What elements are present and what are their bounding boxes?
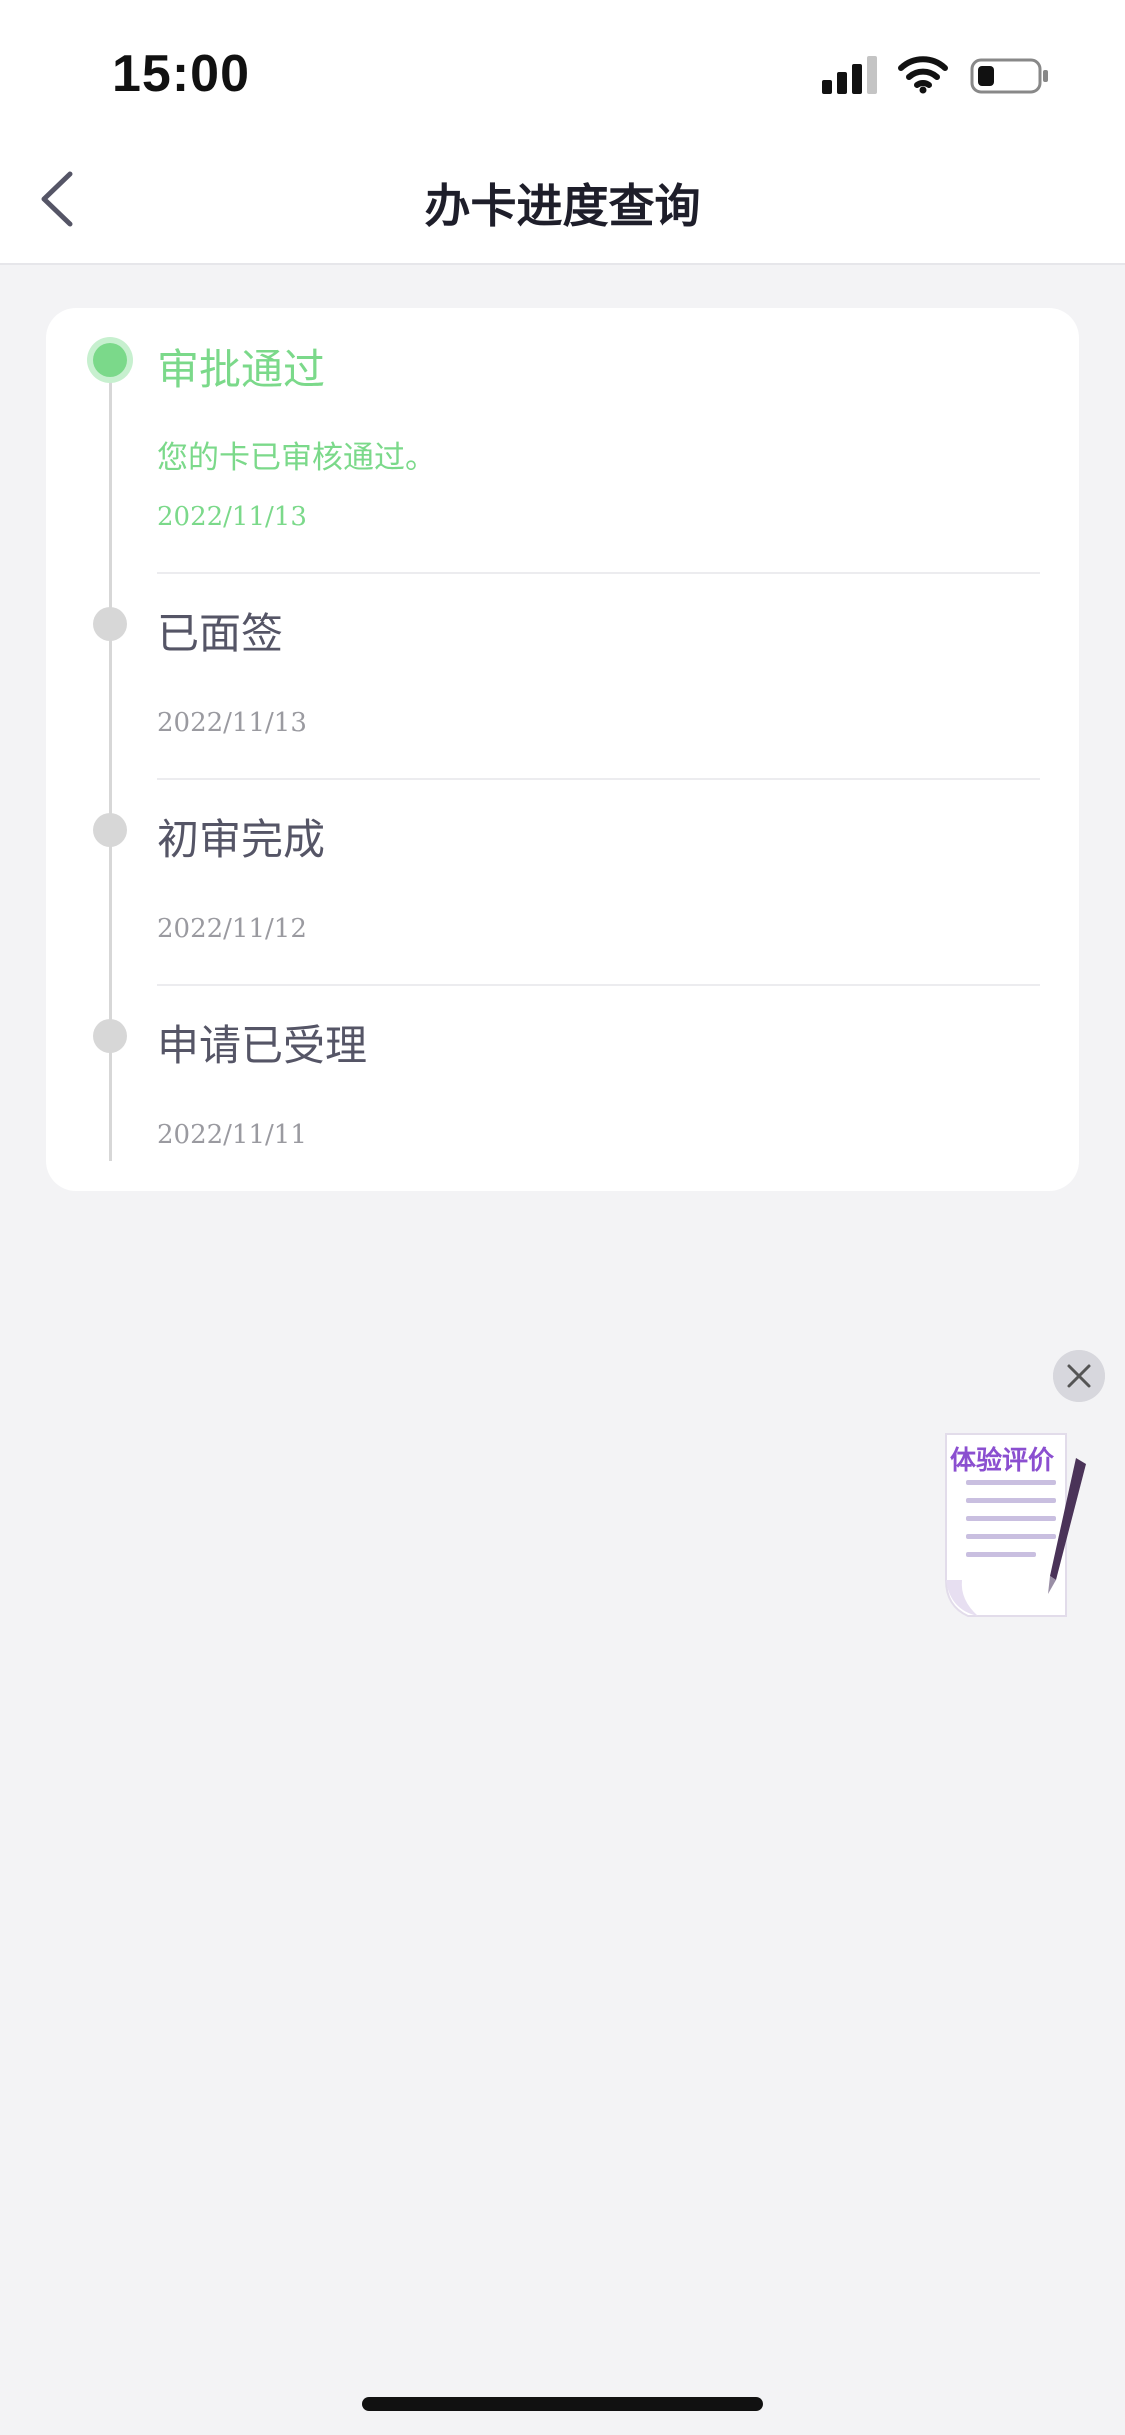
feedback-label: 体验评价 xyxy=(950,1446,1055,1476)
step-date: 2022/11/11 xyxy=(157,1120,307,1150)
feedback-widget[interactable]: 体验评价 xyxy=(938,1430,1088,1620)
step-title: 申请已受理 xyxy=(157,1021,368,1070)
step-description: 您的卡已审核通过。 xyxy=(157,440,436,476)
step-status-dot xyxy=(93,1019,127,1053)
home-indicator[interactable] xyxy=(362,2397,763,2411)
step-date: 2022/11/13 xyxy=(157,708,307,738)
progress-card: 审批通过 您的卡已审核通过。 2022/11/13 已面签 2022/11/13… xyxy=(46,308,1079,1191)
step-title: 已面签 xyxy=(157,609,284,658)
top-bar: 15:00 办卡进度查询 xyxy=(0,0,1125,265)
step-date: 2022/11/12 xyxy=(157,914,307,944)
wifi-icon xyxy=(898,56,948,94)
step-date: 2022/11/13 xyxy=(157,502,307,532)
page-title: 办卡进度查询 xyxy=(424,179,701,233)
step-status-dot xyxy=(93,607,127,641)
step-title: 初审完成 xyxy=(157,815,326,864)
step-divider xyxy=(157,572,1040,574)
close-icon[interactable] xyxy=(1053,1350,1105,1402)
cellular-signal-icon xyxy=(822,56,877,94)
step-status-dot xyxy=(93,813,127,847)
step-divider xyxy=(157,778,1040,780)
status-time: 15:00 xyxy=(112,45,250,103)
step-divider xyxy=(157,984,1040,986)
battery-icon xyxy=(970,58,1048,94)
step-status-dot xyxy=(93,343,127,377)
step-title: 审批通过 xyxy=(157,345,326,394)
